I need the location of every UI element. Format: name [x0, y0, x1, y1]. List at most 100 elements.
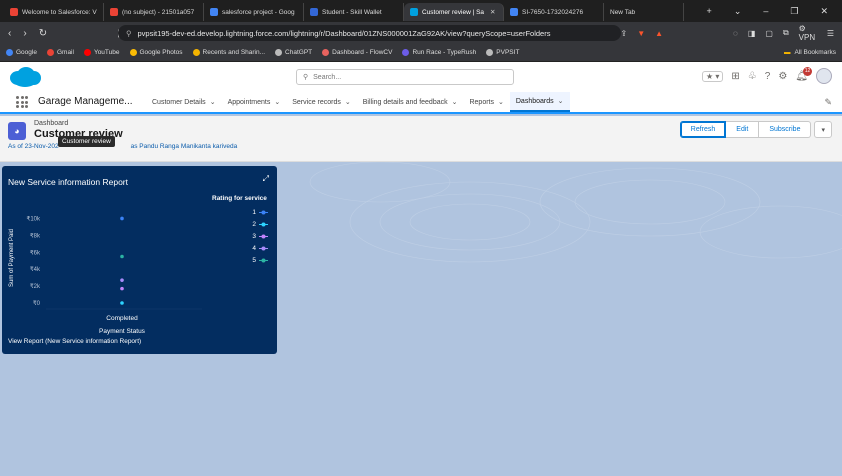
refresh-button[interactable]: Refresh: [679, 121, 727, 138]
nav-tab-customer-details[interactable]: Customer Details ⌄: [146, 92, 222, 112]
legend-item[interactable]: 2: [236, 218, 268, 230]
bookmark-item[interactable]: PVPSIT: [486, 49, 519, 56]
tab-label: Welcome to Salesforce: V: [22, 8, 97, 16]
browser-tab[interactable]: New Tab: [604, 3, 684, 21]
chevron-down-icon[interactable]: ⌄: [558, 97, 564, 105]
forward-icon[interactable]: ›: [23, 28, 26, 39]
scatter-point-rating-2[interactable]: [120, 301, 124, 305]
legend-item[interactable]: 4: [236, 242, 268, 254]
tab-favicon-icon: [110, 8, 118, 16]
browser-tab[interactable]: Student - Skill Wallet: [304, 3, 404, 21]
bookmark-item[interactable]: Gmail: [46, 49, 74, 56]
chevron-down-icon[interactable]: ⌄: [210, 98, 216, 106]
nav-tab-billing-details-and-feedback[interactable]: Billing details and feedback ⌄: [357, 92, 464, 112]
viewing-as[interactable]: as Pandu Ranga Manikanta kariveda: [131, 143, 238, 150]
nav-tab-service-records[interactable]: Service records ⌄: [286, 92, 357, 112]
nav-tab-appointments[interactable]: Appointments ⌄: [222, 92, 287, 112]
minimize-icon[interactable]: –: [763, 6, 768, 17]
legend-item[interactable]: 3: [236, 230, 268, 242]
share-icon[interactable]: ⇪: [621, 29, 628, 38]
view-report-link[interactable]: View Report (New Service information Rep…: [8, 338, 141, 345]
search-icon: ⚲: [303, 74, 309, 81]
chat-icon[interactable]: ◌: [733, 29, 738, 38]
legend-label: 5: [252, 256, 256, 264]
user-avatar[interactable]: [816, 68, 832, 84]
browser-tab[interactable]: salesforce project - Goog: [204, 3, 304, 21]
dashboard-meta: As of 23-Nov-202 as Pandu Ranga Manikanta…: [8, 143, 237, 150]
wallet-icon[interactable]: ▢: [765, 29, 773, 38]
legend-title: Rating for service: [212, 195, 267, 202]
app-navigation-bar: Garage Manageme... Customer Details ⌄ Appo…: [0, 92, 842, 114]
scatter-point-rating-1[interactable]: [120, 216, 124, 221]
help-icon[interactable]: ?: [765, 71, 771, 82]
close-tab-icon[interactable]: ✕: [490, 8, 495, 16]
bookmark-item[interactable]: Recents and Sharin...: [192, 49, 266, 56]
chevron-down-icon[interactable]: ⌄: [734, 6, 742, 17]
browser-tab[interactable]: Welcome to Salesforce: V: [4, 3, 104, 21]
y-tick-label: ₹10k: [27, 215, 41, 222]
chart-legend: 1 2 3 4 5: [236, 206, 268, 266]
bookmark-item[interactable]: YouTube: [83, 49, 120, 56]
url-bar[interactable]: ⚲ pvpsit195-dev-ed.develop.lightning.for…: [118, 25, 621, 41]
bookmark-item[interactable]: Google: [6, 49, 37, 56]
extensions-icon[interactable]: ⧉: [783, 28, 789, 38]
edit-button[interactable]: Edit: [726, 121, 760, 138]
setup-gear-icon[interactable]: ⚙: [778, 71, 787, 82]
chevron-down-icon[interactable]: ⌄: [498, 98, 504, 106]
brave-rewards-icon[interactable]: ▲: [655, 29, 663, 38]
bookmark-item[interactable]: Dashboard - FlowCV: [322, 49, 392, 56]
chevron-down-icon[interactable]: ⌄: [274, 98, 280, 106]
legend-label: 3: [252, 232, 256, 240]
notifications-bell[interactable]: 🔔︎ 12: [795, 66, 812, 82]
bookmark-label: Recents and Sharin...: [202, 49, 266, 56]
nav-buttons: ‹ › ↻ ▯: [8, 28, 123, 39]
browser-tab[interactable]: (no subject) - 21501a057: [104, 3, 204, 21]
legend-item[interactable]: 1: [236, 206, 268, 218]
site-info-icon[interactable]: ⚲: [126, 29, 132, 38]
back-icon[interactable]: ‹: [8, 28, 11, 39]
scatter-point-rating-5[interactable]: [120, 254, 124, 259]
reload-icon[interactable]: ↻: [39, 28, 47, 39]
global-search-input[interactable]: ⚲ Search...: [296, 69, 514, 85]
widget-title[interactable]: New Service information Report: [8, 177, 128, 187]
browser-tab[interactable]: Customer review | Sa ✕: [404, 3, 504, 21]
restore-icon[interactable]: ❐: [790, 6, 798, 17]
legend-marker: [259, 246, 268, 250]
legend-item[interactable]: 5: [236, 254, 268, 266]
menu-icon[interactable]: ☰: [827, 29, 834, 38]
nav-tab-dashboards[interactable]: Dashboards ⌄: [509, 92, 570, 112]
all-bookmarks[interactable]: ▬ All Bookmarks: [784, 49, 836, 56]
bookmark-label: Google: [16, 49, 37, 56]
bookmark-favicon-icon: [192, 49, 200, 56]
scatter-point-rating-3[interactable]: [120, 286, 124, 291]
favorites-icon[interactable]: ★ ▾: [701, 70, 724, 82]
tab-list: Welcome to Salesforce: V (no subject) - 2…: [4, 1, 684, 21]
scatter-chart: Sum of Payment Paid ₹0 ₹2k ₹4k ₹6k ₹8k ₹10k Com…: [9, 215, 202, 335]
nav-tab-reports[interactable]: Reports ⌄: [463, 92, 509, 112]
browser-tab[interactable]: SI-7650-1732024276: [504, 3, 604, 21]
brave-shield-icon[interactable]: ▼: [637, 29, 645, 38]
close-icon[interactable]: ✕: [820, 6, 828, 17]
bookmark-item[interactable]: ChatGPT: [275, 49, 312, 56]
y-tick-label: ₹0: [33, 300, 41, 307]
vpn-button[interactable]: ⚙ VPN: [799, 24, 817, 42]
more-actions-button[interactable]: ▾: [814, 121, 832, 138]
salesforce-logo[interactable]: [8, 66, 42, 88]
app-launcher-icon[interactable]: [16, 96, 28, 108]
chevron-down-icon[interactable]: ⌄: [345, 98, 351, 106]
bookmark-item[interactable]: Run Race - TypeRush: [402, 49, 476, 56]
sidebar-icon[interactable]: ◨: [748, 29, 756, 38]
subscribe-button[interactable]: Subscribe: [759, 121, 812, 138]
trailhead-icon[interactable]: ♧: [748, 71, 757, 82]
global-actions-icon[interactable]: ⊞: [731, 71, 739, 82]
expand-icon[interactable]: ⤢: [263, 174, 269, 184]
bookmark-label: Run Race - TypeRush: [412, 49, 477, 56]
bookmark-item[interactable]: Google Photos: [129, 49, 183, 56]
folder-icon: ▬: [783, 49, 791, 56]
edit-nav-icon[interactable]: ✎: [824, 97, 832, 108]
new-tab-icon[interactable]: +: [707, 6, 712, 17]
address-bar-row: ‹ › ↻ ▯ ⚲ pvpsit195-dev-ed.develop.light…: [0, 22, 842, 44]
scatter-point-rating-4[interactable]: [120, 278, 124, 282]
chevron-down-icon[interactable]: ⌄: [452, 98, 458, 106]
legend-label: 4: [252, 244, 256, 252]
